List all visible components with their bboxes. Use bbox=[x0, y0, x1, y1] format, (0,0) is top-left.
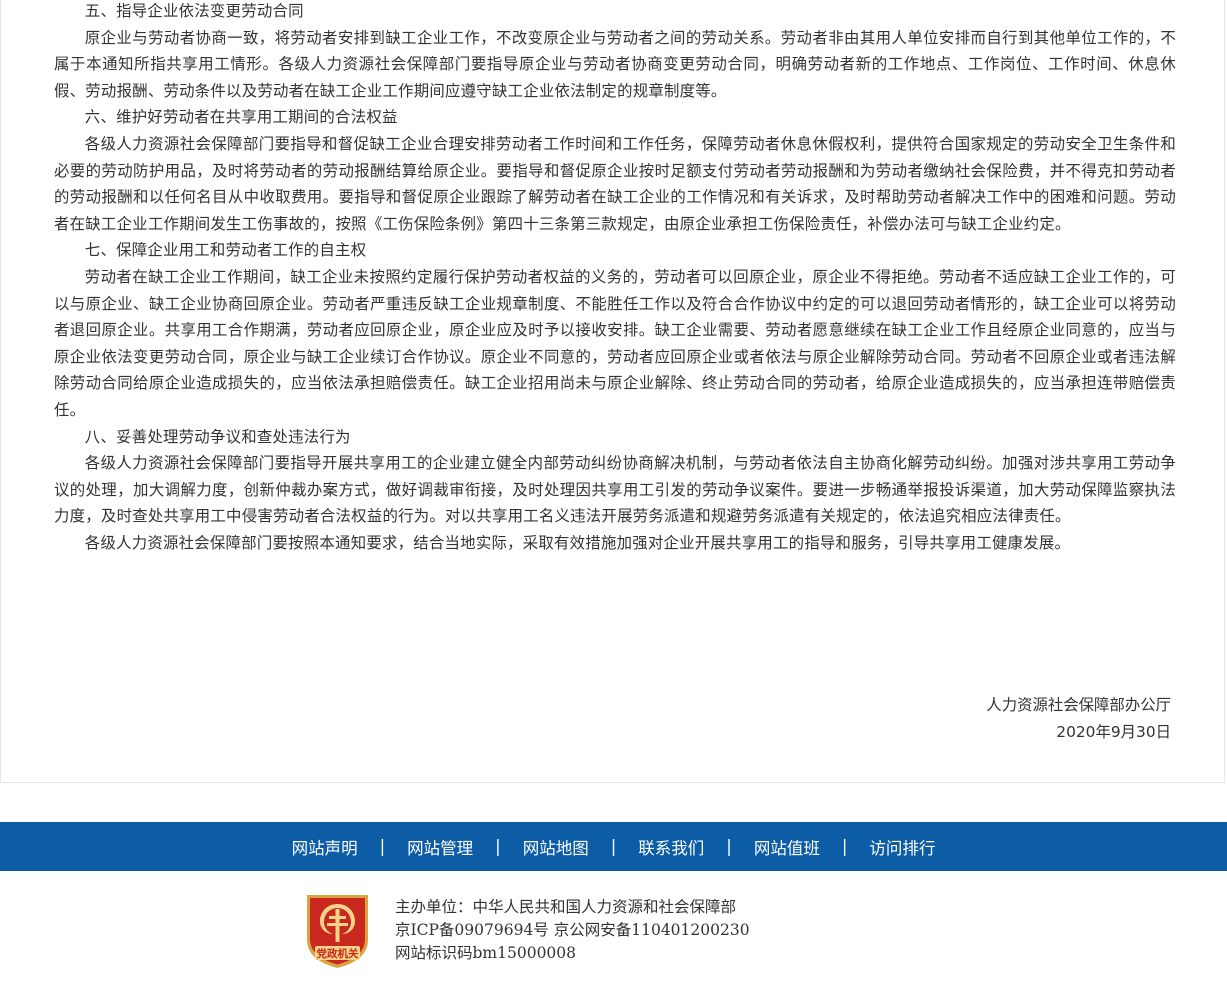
footer-info: 党政机关 主办单位：中华人民共和国人力资源和社会保障部 京ICP备0907969… bbox=[0, 871, 1227, 999]
sponsor-line: 主办单位：中华人民共和国人力资源和社会保障部 bbox=[395, 898, 737, 916]
nav-separator: | bbox=[495, 837, 501, 856]
signature-date: 2020年9月30日 bbox=[1056, 722, 1171, 741]
site-id-line: 网站标识码bm15000008 bbox=[395, 944, 577, 962]
section-heading-8: 八、妥善处理劳动争议和查处违法行为 bbox=[84, 427, 351, 446]
section-paragraph-7: 劳动者在缺工企业工作期间，缺工企业未按照约定履行保护劳动者权益的义务的，劳动者可… bbox=[54, 267, 1176, 419]
article-container: 五、指导企业依法变更劳动合同 原企业与劳动者协商一致，将劳动者安排到缺工企业工作… bbox=[0, 0, 1225, 783]
nav-separator: | bbox=[726, 837, 732, 856]
footer-nav-bar: 网站声明 | 网站管理 | 网站地图 | 联系我们 | 网站值班 | 访问排行 bbox=[0, 822, 1227, 871]
icp-line[interactable]: 京ICP备09079694号 京公网安备110401200230 bbox=[395, 919, 750, 942]
footer-link-sitemap[interactable]: 网站地图 bbox=[522, 835, 590, 859]
section-heading-5: 五、指导企业依法变更劳动合同 bbox=[84, 2, 304, 20]
footer-link-duty[interactable]: 网站值班 bbox=[753, 835, 821, 859]
footer-link-statement[interactable]: 网站声明 bbox=[291, 835, 359, 859]
article-body: 五、指导企业依法变更劳动合同 原企业与劳动者协商一致，将劳动者安排到缺工企业工作… bbox=[54, 0, 1176, 556]
footer-link-management[interactable]: 网站管理 bbox=[406, 835, 474, 859]
party-government-emblem-icon[interactable]: 党政机关 bbox=[305, 892, 370, 970]
nav-separator: | bbox=[379, 837, 386, 856]
footer-info-text: 主办单位：中华人民共和国人力资源和社会保障部 京ICP备09079694号 京公… bbox=[395, 896, 750, 965]
footer-link-ranking[interactable]: 访问排行 bbox=[868, 835, 936, 859]
closing-paragraph: 各级人力资源社会保障部门要按照本通知要求，结合当地实际，采取有效措施加强对企业开… bbox=[84, 533, 1071, 552]
section-paragraph-5: 原企业与劳动者协商一致，将劳动者安排到缺工企业工作，不改变原企业与劳动者之间的劳… bbox=[54, 28, 1176, 100]
signature-org: 人力资源社会保障部办公厅 bbox=[986, 696, 1171, 714]
nav-separator: | bbox=[841, 837, 848, 856]
nav-separator: | bbox=[610, 837, 617, 856]
emblem-label: 党政机关 bbox=[317, 947, 359, 960]
section-heading-6: 六、维护好劳动者在共享用工期间的合法权益 bbox=[84, 108, 398, 127]
section-heading-7: 七、保障企业用工和劳动者工作的自主权 bbox=[84, 241, 367, 260]
signature-block: 人力资源社会保障部办公厅 2020年9月30日 bbox=[986, 692, 1171, 745]
section-paragraph-6: 各级人力资源社会保障部门要指导和督促缺工企业合理安排劳动者工作时间和工作任务，保… bbox=[54, 134, 1176, 233]
footer-link-contact[interactable]: 联系我们 bbox=[637, 835, 705, 859]
section-paragraph-8: 各级人力资源社会保障部门要指导开展共享用工的企业建立健全内部劳动纠纷协商解决机制… bbox=[54, 454, 1176, 526]
